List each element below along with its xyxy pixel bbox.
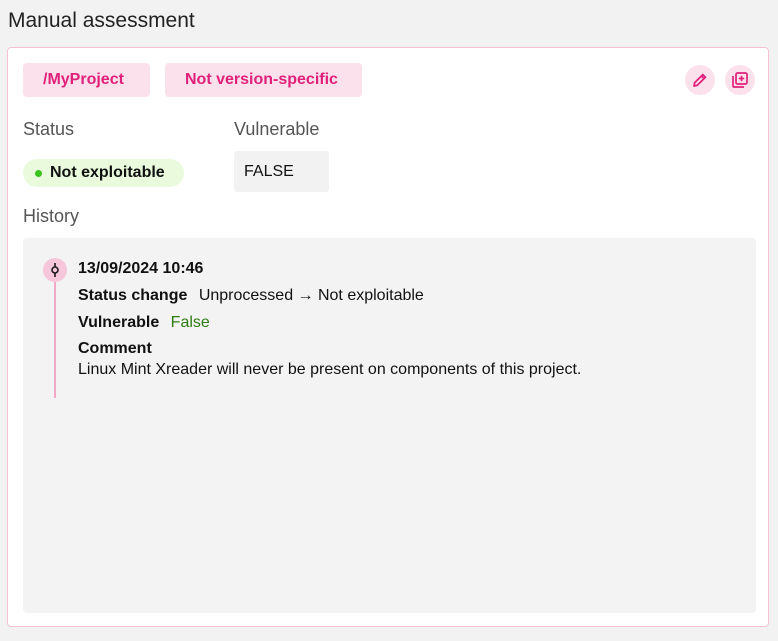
status-change-value: Unprocessed → Not exploitable bbox=[198, 287, 424, 304]
history-label: History bbox=[23, 206, 80, 226]
entry-vulnerable-value: False bbox=[170, 314, 210, 331]
vulnerable-value: FALSE bbox=[234, 151, 329, 192]
history-entry: 13/09/2024 10:46 Status change Unprocess… bbox=[78, 259, 581, 381]
status-label: Status bbox=[23, 119, 75, 139]
comment-text: Linux Mint Xreader will never be present… bbox=[78, 361, 582, 378]
duplicate-icon bbox=[732, 72, 748, 88]
version-chip[interactable]: Not version-specific bbox=[165, 63, 362, 97]
timeline-line bbox=[54, 282, 56, 398]
entry-vulnerable-label: Vulnerable bbox=[78, 314, 160, 331]
page-title: Manual assessment bbox=[8, 9, 195, 32]
project-chip[interactable]: /MyProject bbox=[23, 63, 150, 97]
vulnerable-label: Vulnerable bbox=[234, 119, 320, 139]
commit-icon bbox=[43, 258, 67, 282]
pencil-icon bbox=[693, 73, 707, 87]
entry-timestamp: 13/09/2024 10:46 bbox=[78, 260, 204, 277]
assessment-card: /MyProject Not version-specific Status V… bbox=[7, 47, 769, 627]
status-value: Not exploitable bbox=[50, 164, 165, 181]
history-panel: 13/09/2024 10:46 Status change Unprocess… bbox=[23, 238, 756, 613]
edit-button[interactable] bbox=[685, 65, 715, 95]
status-change-label: Status change bbox=[78, 287, 188, 304]
status-badge: Not exploitable bbox=[23, 159, 184, 187]
comment-label: Comment bbox=[78, 340, 152, 357]
vulnerable-row: Vulnerable False bbox=[78, 313, 581, 333]
status-dot-icon bbox=[35, 169, 42, 177]
status-change-row: Status change Unprocessed → Not exploita… bbox=[78, 286, 581, 306]
duplicate-button[interactable] bbox=[725, 65, 755, 95]
